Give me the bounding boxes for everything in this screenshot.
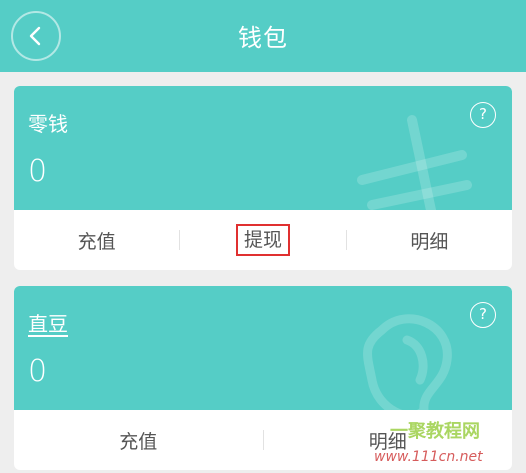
- help-icon[interactable]: ?: [470, 102, 496, 128]
- app-header: 钱包: [0, 0, 526, 72]
- card-title: 直豆: [28, 312, 68, 336]
- help-icon[interactable]: ?: [470, 302, 496, 328]
- balance-amount: 0: [28, 354, 48, 389]
- recharge-button[interactable]: 充值: [14, 227, 179, 254]
- withdraw-button[interactable]: 提现: [180, 224, 345, 256]
- watermark-title: 一聚教程网: [390, 420, 480, 442]
- card-header: 直豆 0 ?: [14, 286, 512, 410]
- watermark-url: www.111cn.net: [374, 449, 483, 465]
- page-title: 钱包: [238, 24, 288, 52]
- wallet-card-change: 零钱 0 ? 充值 提现 明细: [14, 86, 512, 270]
- balance-amount: 0: [28, 154, 48, 189]
- bean-watermark-icon: [363, 314, 452, 410]
- recharge-button[interactable]: 充值: [14, 427, 263, 454]
- card-actions: 充值 提现 明细: [14, 210, 512, 270]
- currency-watermark-icon: [357, 115, 472, 210]
- site-watermark: 一聚教程网 www.111cn.net: [374, 420, 483, 465]
- details-button[interactable]: 明细: [347, 227, 512, 254]
- card-header: 零钱 0 ?: [14, 86, 512, 210]
- card-title: 零钱: [28, 112, 68, 136]
